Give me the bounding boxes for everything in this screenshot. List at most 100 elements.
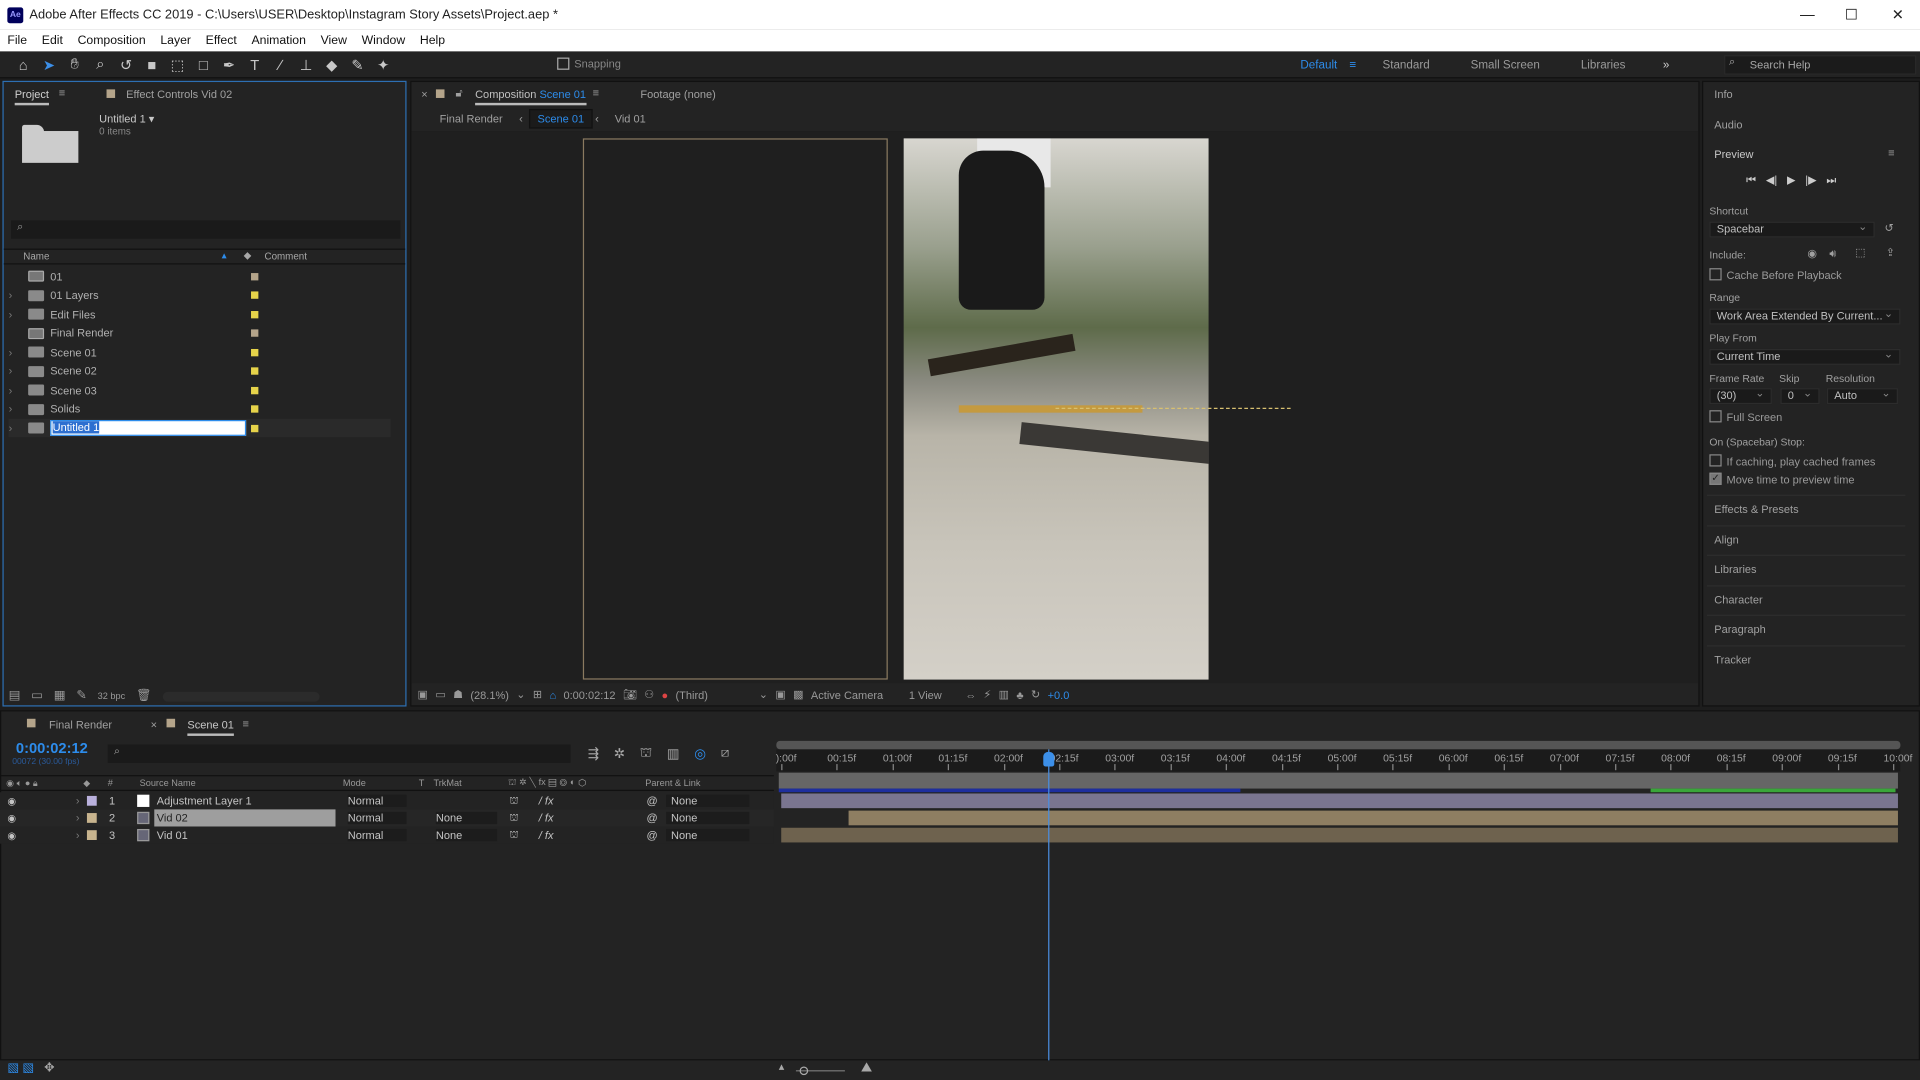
expand-arrow-icon[interactable]: › [76,812,80,824]
label-color-swatch[interactable] [251,329,259,337]
layer-duration-bar[interactable] [781,793,1898,809]
puppet-pin-icon[interactable]: ✦ [372,53,394,75]
maximize-button[interactable]: ☐ [1829,0,1873,29]
project-item[interactable]: › Edit Files [9,305,391,323]
label-color-swatch[interactable] [251,310,259,318]
column-parent-link[interactable]: Parent & Link [645,778,700,789]
snapping-checkbox[interactable] [557,57,570,70]
label-color-swatch[interactable] [251,348,259,356]
blend-mode-dropdown[interactable]: Normal [347,794,407,807]
next-frame-icon[interactable]: |▶ [1805,174,1816,187]
always-preview-icon[interactable]: ▣ [418,688,428,701]
tab-effect-controls[interactable]: Effect Controls Vid 02 [126,88,232,100]
grid-guides-icon[interactable]: ⊞ [533,688,542,701]
timeline-icon[interactable]: ▥ [999,688,1009,701]
selected-item-name[interactable]: Untitled 1 ▾ [99,113,154,126]
menu-edit[interactable]: Edit [34,34,70,47]
rotate-icon[interactable]: ↺ [115,53,137,75]
new-composition-icon[interactable]: ▦ [54,689,66,702]
resolution-dropdown[interactable]: Auto [1826,387,1898,405]
play-icon[interactable]: ▶ [1787,174,1795,187]
menu-animation[interactable]: Animation [244,34,313,47]
menu-help[interactable]: Help [413,34,453,47]
previous-frame-icon[interactable]: ◀| [1766,174,1777,187]
menu-layer[interactable]: Layer [153,34,198,47]
project-item[interactable]: 01 [9,267,391,285]
range-dropdown[interactable]: Work Area Extended By Current... [1709,307,1901,325]
label-color-swatch[interactable] [86,813,97,823]
more-workspaces-icon[interactable]: » [1663,59,1669,72]
project-item[interactable]: › Scene 01 [9,343,391,361]
interpret-footage-icon[interactable]: ▤ [9,689,21,702]
camera-icon[interactable]: ■ [141,53,163,75]
label-color-swatch[interactable] [251,272,259,280]
frame-blending-icon[interactable]: ▥ [667,746,680,763]
pen-icon[interactable]: ✒︎ [218,53,240,75]
zoom-in-icon[interactable]: ⛰ [861,1060,872,1076]
project-item[interactable]: Final Render [9,324,391,342]
roto-brush-icon[interactable]: ✎ [347,53,369,75]
layer-row[interactable]: ◉ › 2 Vid 02 Normal None ⛫ / fx @ None [0,809,774,827]
menu-composition[interactable]: Composition [70,34,153,47]
layer-search-input[interactable]: ⌕ [107,744,571,763]
panel-menu-icon[interactable]: ≡ [1888,147,1894,159]
breadcrumb-vid-01[interactable]: Vid 01 [615,113,646,125]
include-video-icon[interactable]: ◉ [1807,247,1817,260]
visibility-eye-icon[interactable]: ◉ [7,795,16,806]
workspace-menu-icon[interactable]: ≡ [1349,59,1356,72]
composition-viewer[interactable] [411,131,1699,684]
expand-arrow-icon[interactable]: › [9,422,19,434]
brush-icon[interactable]: ∕ [269,53,291,75]
channel-icon[interactable]: ● [661,689,668,701]
view-layout-dropdown[interactable]: 1 View [909,689,958,701]
label-color-swatch[interactable] [251,424,259,432]
mask-path-icon[interactable]: ⌂ [549,689,556,701]
work-area-bar[interactable] [778,772,1898,789]
menu-effect[interactable]: Effect [198,34,244,47]
zoom-out-icon[interactable]: ▴ [779,1060,785,1073]
timing-toggle-icon[interactable]: ✥ [44,1062,54,1075]
full-screen-checkbox[interactable] [1709,410,1722,423]
close-tab-icon[interactable]: × [151,719,157,731]
column-mode[interactable]: Mode [343,778,366,789]
project-item[interactable]: › Solids [9,400,391,418]
include-overlays-icon[interactable]: ⬚ [1855,246,1865,259]
panel-header-character[interactable]: Character [1714,593,1762,605]
column-name[interactable]: Name [23,251,49,262]
menu-view[interactable]: View [313,34,354,47]
expand-arrow-icon[interactable]: › [9,289,19,301]
project-item[interactable]: › Untitled 1 [8,418,391,438]
panel-header-effects-presets[interactable]: Effects & Presets [1714,503,1798,515]
layer-row[interactable]: ◉ › 3 Vid 01 Normal None ⛫ / fx @ None [0,826,774,844]
search-help-input[interactable]: Search Help [1724,55,1917,75]
hand-icon[interactable]: ✋︎ [64,53,86,75]
reset-exposure-icon[interactable]: ↻ [1031,688,1040,701]
panel-menu-icon[interactable]: ≡ [59,87,65,99]
tab-project[interactable]: Project [14,88,49,106]
type-icon[interactable]: T [244,53,266,75]
first-frame-icon[interactable]: ⏮ [1746,174,1756,187]
panel-header-libraries[interactable]: Libraries [1714,563,1756,575]
expand-arrow-icon[interactable]: › [76,829,80,841]
last-frame-icon[interactable]: ⏭ [1826,174,1836,187]
mask-visibility-icon[interactable]: ☗ [453,688,463,701]
effects-switch-icon[interactable]: / fx [539,795,554,807]
pan-behind-icon[interactable]: ⬚ [167,53,189,75]
composition-mini-flowchart-icon[interactable]: ⇶ [588,746,599,763]
tab-final-render[interactable]: Final Render [49,719,112,731]
move-time-checkbox[interactable]: ✓ [1709,472,1722,485]
parent-dropdown[interactable]: None [666,828,750,842]
monitor-icon[interactable]: ▭ [435,688,445,701]
thumbnail-size-slider[interactable] [162,691,320,702]
panel-menu-icon[interactable]: ≡ [242,718,248,730]
selection-icon[interactable]: ➤ [38,53,60,75]
minimize-button[interactable]: — [1785,0,1829,29]
shortcut-dropdown[interactable]: Spacebar [1709,220,1875,238]
layer-name[interactable]: Vid 01 [154,827,335,844]
layer-switches-toggle-icon[interactable]: ▧ ▧ [7,1062,34,1075]
blend-mode-dropdown[interactable]: Normal [347,828,407,842]
graph-editor-icon[interactable]: ⧄ [721,746,730,763]
pick-whip-icon[interactable]: @ [647,829,658,841]
shy-switch-icon[interactable]: ⛫ [509,795,518,807]
breadcrumb-final-render[interactable]: Final Render [440,113,503,125]
